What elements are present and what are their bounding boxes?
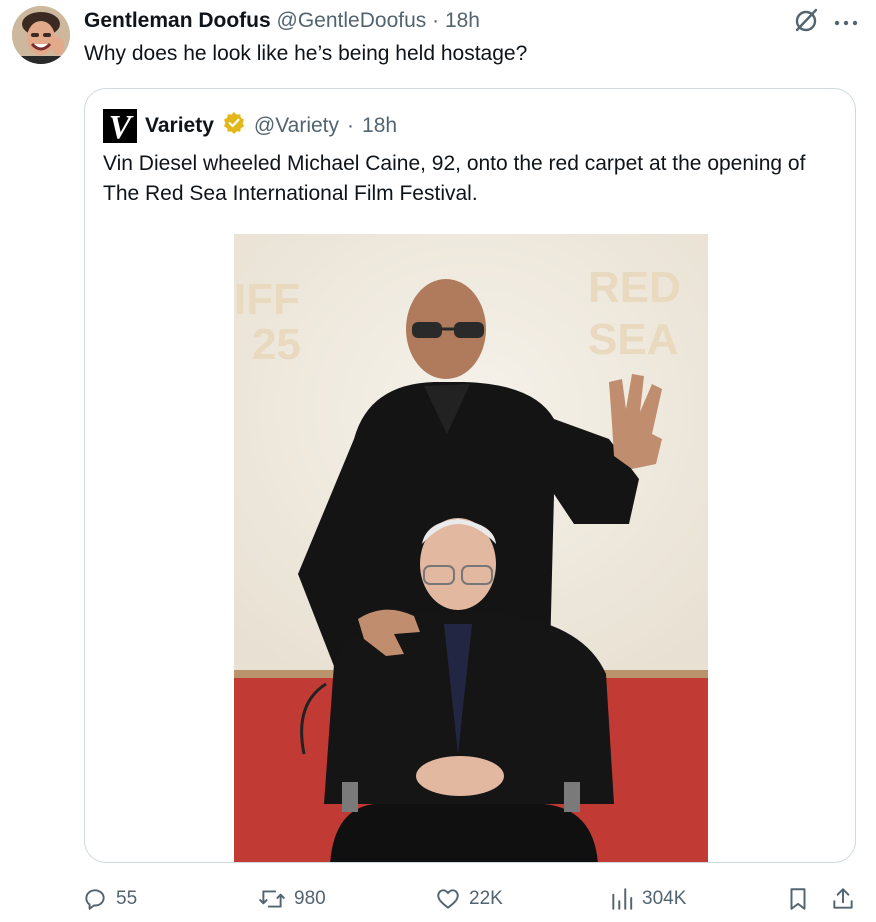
author-handle[interactable]: @GentleDoofus <box>277 9 427 32</box>
backdrop-text-red: RED <box>588 263 681 312</box>
logo-letter: V <box>109 109 134 143</box>
quoted-photo[interactable]: IFF 25 RED SEA <box>234 234 708 862</box>
heart-icon <box>437 889 459 909</box>
like-button[interactable]: 22K <box>435 886 503 912</box>
reply-icon <box>85 889 105 910</box>
variety-logo[interactable]: V <box>103 109 137 143</box>
quoted-handle[interactable]: @Variety <box>254 114 339 138</box>
quoted-time[interactable]: 18h <box>362 114 397 138</box>
repost-icon <box>259 890 285 908</box>
post-top-actions <box>792 6 858 34</box>
quoted-header: V Variety @Variety · 18h <box>103 109 397 143</box>
share-button[interactable] <box>830 886 856 912</box>
backdrop-text-sea: SEA <box>588 315 678 364</box>
author-name[interactable]: Gentleman Doofus <box>84 9 271 32</box>
post-time[interactable]: 18h <box>445 9 480 32</box>
avatar-image <box>12 6 70 64</box>
backdrop-text-25: 25 <box>252 320 301 369</box>
post-text: Why does he look like he’s being held ho… <box>84 42 528 65</box>
action-bar: 55 980 22K 304K <box>0 880 876 920</box>
photo-illustration: IFF 25 RED SEA <box>234 234 708 862</box>
quoted-text: Vin Diesel wheeled Michael Caine, 92, on… <box>103 152 806 205</box>
quoted-author-name[interactable]: Variety <box>145 114 214 138</box>
bookmark-button[interactable] <box>786 886 810 912</box>
bar-chart-icon <box>612 888 633 910</box>
post-header: Gentleman Doofus @GentleDoofus · 18h <box>84 8 480 34</box>
quoted-post[interactable]: V Variety @Variety · 18h Vin Diesel whee… <box>84 88 856 863</box>
repost-count: 980 <box>294 888 326 909</box>
avatar[interactable] <box>12 6 70 64</box>
slashed-circle-icon[interactable] <box>792 6 820 34</box>
reply-count: 55 <box>116 888 138 909</box>
more-icon[interactable] <box>834 10 858 30</box>
bookmark-icon <box>790 888 806 910</box>
backdrop-text-iff: IFF <box>234 275 300 324</box>
like-count: 22K <box>469 888 503 909</box>
verified-icon <box>222 111 246 141</box>
separator: · <box>432 9 440 32</box>
views-count: 304K <box>642 888 687 909</box>
repost-button[interactable]: 980 <box>258 886 326 912</box>
reply-button[interactable]: 55 <box>82 886 137 912</box>
separator: · <box>347 114 355 137</box>
share-icon <box>833 888 853 909</box>
views-button[interactable]: 304K <box>610 886 686 912</box>
